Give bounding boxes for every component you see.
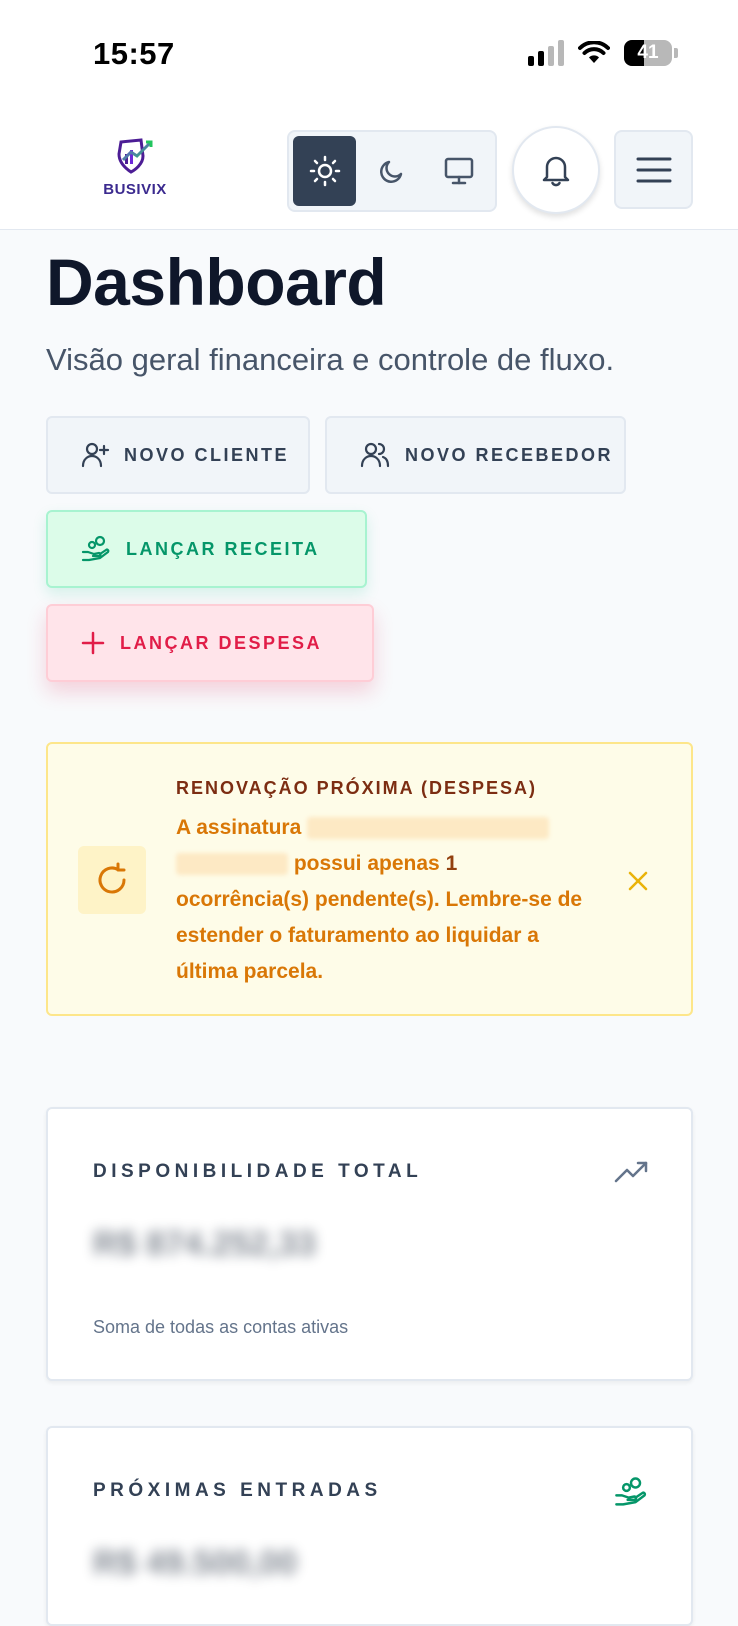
- new-receiver-button[interactable]: NOVO RECEBEDOR: [325, 416, 626, 494]
- signal-icon: [528, 40, 564, 66]
- hand-coins-icon: [81, 535, 110, 562]
- plus-icon: [81, 631, 105, 655]
- notifications-button[interactable]: [512, 126, 600, 214]
- logo-icon: [117, 138, 153, 174]
- logo-text: BUSIVIX: [103, 181, 167, 198]
- battery-indicator: 41: [624, 40, 678, 66]
- page-title: Dashboard: [46, 245, 387, 319]
- menu-button[interactable]: [614, 130, 693, 209]
- user-plus-icon: [81, 442, 110, 468]
- incoming-label: PRÓXIMAS ENTRADAS: [93, 1480, 382, 1501]
- trending-up-icon: [614, 1161, 648, 1183]
- total-availability-note: Soma de todas as contas ativas: [93, 1317, 349, 1337]
- incoming-card: PRÓXIMAS ENTRADAS R$ 49.500,00: [46, 1426, 693, 1626]
- battery-level: 41: [637, 42, 659, 63]
- sun-icon: [309, 155, 340, 187]
- add-revenue-button[interactable]: LANÇAR RECEITA: [46, 510, 367, 588]
- theme-dark-button[interactable]: [360, 136, 423, 206]
- add-expense-label: LANÇAR DESPESA: [120, 632, 323, 653]
- alert-text-start: A assinatura: [176, 816, 302, 839]
- moon-icon: [380, 160, 403, 183]
- battery-icon: 41: [624, 40, 672, 66]
- bell-icon: [542, 156, 570, 187]
- new-client-button[interactable]: NOVO CLIENTE: [46, 416, 310, 494]
- total-availability-card: DISPONIBILIDADE TOTAL R$ 874.252,33 Soma…: [46, 1107, 693, 1381]
- alert-heading: RENOVAÇÃO PRÓXIMA (DESPESA): [176, 778, 538, 798]
- refresh-icon: [98, 862, 126, 894]
- new-receiver-label: NOVO RECEBEDOR: [405, 444, 614, 465]
- theme-system-button[interactable]: [428, 136, 491, 206]
- total-availability-value: R$ 874.252,33: [93, 1225, 317, 1263]
- new-client-label: NOVO CLIENTE: [124, 444, 290, 465]
- redacted-subscription-name: [307, 817, 550, 840]
- add-expense-button[interactable]: LANÇAR DESPESA: [46, 604, 374, 682]
- redacted-subscription-id: [176, 853, 288, 876]
- users-icon: [360, 442, 390, 468]
- logo[interactable]: BUSIVIX: [98, 138, 172, 198]
- renewal-alert: RENOVAÇÃO PRÓXIMA (DESPESA) A assinatura…: [46, 742, 693, 1016]
- alert-message: A assinatura possui apenas 1 ocorrência(…: [176, 810, 596, 990]
- wifi-icon: [578, 41, 610, 63]
- theme-light-button[interactable]: [293, 136, 357, 206]
- alert-icon-box: [78, 846, 146, 914]
- page-subtitle: Visão geral financeira e controle de flu…: [46, 342, 615, 377]
- status-bar: 15:57 41: [0, 0, 738, 108]
- status-icons: 41: [528, 40, 678, 66]
- hamburger-icon: [636, 157, 671, 182]
- close-icon: [628, 871, 648, 891]
- theme-toggle: [287, 130, 497, 212]
- incoming-value: R$ 49.500,00: [93, 1544, 298, 1582]
- add-revenue-label: LANÇAR RECEITA: [126, 538, 320, 559]
- alert-text-end: ocorrência(s) pendente(s). Lembre-se de …: [176, 888, 583, 983]
- alert-close-button[interactable]: [623, 866, 653, 896]
- total-availability-label: DISPONIBILIDADE TOTAL: [93, 1161, 423, 1182]
- monitor-icon: [445, 157, 474, 185]
- alert-count: 1: [445, 852, 458, 875]
- status-time: 15:57: [93, 36, 175, 71]
- app-header: BUSIVIX: [0, 108, 738, 230]
- alert-text-mid: possui apenas: [293, 852, 440, 875]
- hand-coins-icon: [615, 1477, 647, 1506]
